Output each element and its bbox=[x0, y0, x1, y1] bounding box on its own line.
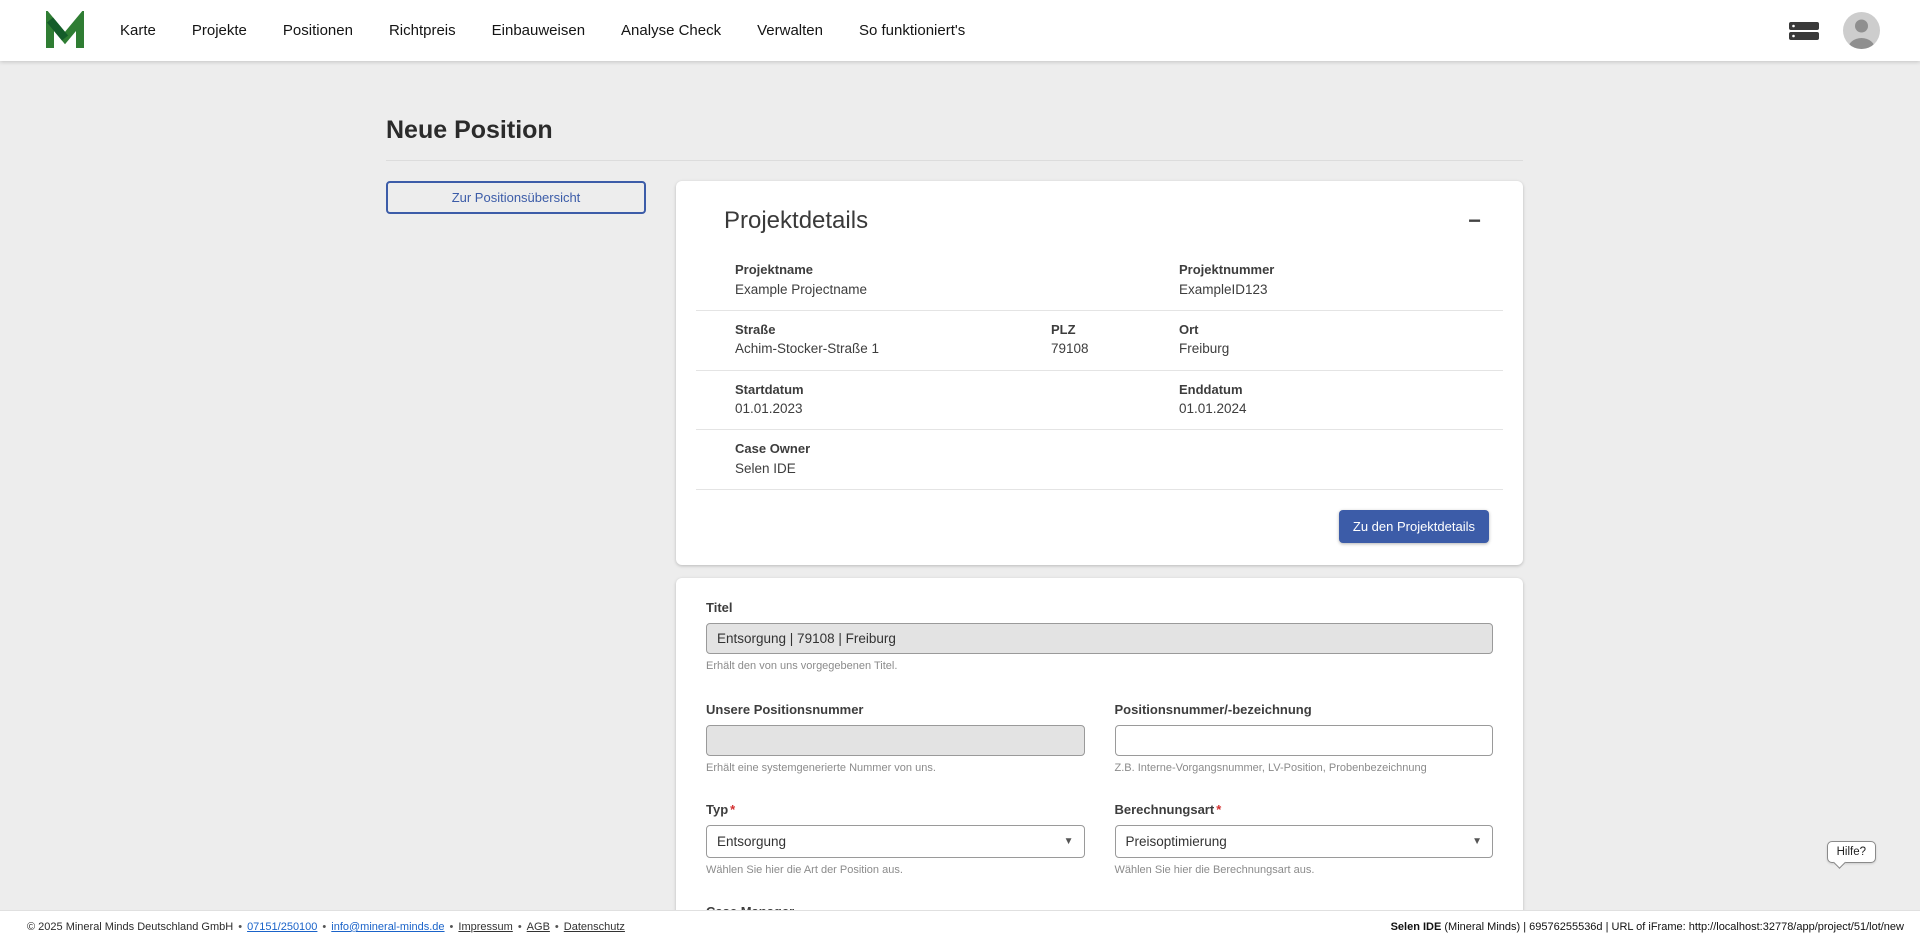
titel-label: Titel bbox=[706, 600, 1493, 615]
project-field-projektname: Projektname Example Projectname bbox=[735, 260, 1179, 300]
positionsnummer-input[interactable] bbox=[1115, 725, 1494, 756]
project-field-projektnummer: Projektnummer ExampleID123 bbox=[1179, 260, 1464, 300]
typ-select-value: Entsorgung bbox=[717, 834, 786, 849]
footer-datenschutz-link[interactable]: Datenschutz bbox=[564, 921, 625, 933]
positionsnummer-helper: Z.B. Interne-Vorgangsnummer, LV-Position… bbox=[1115, 762, 1494, 774]
project-fields: Projektname Example Projectname Projektn… bbox=[696, 251, 1503, 490]
app-logo[interactable] bbox=[44, 10, 88, 52]
footer-phone-link[interactable]: 07151/250100 bbox=[247, 921, 317, 933]
server-icon[interactable] bbox=[1789, 21, 1819, 41]
nav-item-projekte[interactable]: Projekte bbox=[192, 22, 247, 39]
unsere-positionsnummer-input bbox=[706, 725, 1085, 756]
logo-icon bbox=[44, 11, 86, 51]
footer-email-link[interactable]: info@mineral-minds.de bbox=[331, 921, 444, 933]
project-field-plz: PLZ 79108 bbox=[1051, 320, 1179, 360]
typ-select[interactable]: Entsorgung ▼ bbox=[706, 825, 1085, 858]
unsere-positionsnummer-field-group: Unsere Positionsnummer Erhält eine syste… bbox=[706, 702, 1085, 774]
footer-user: Selen IDE bbox=[1391, 921, 1442, 933]
chevron-down-icon: ▼ bbox=[1064, 836, 1074, 847]
footer-agb-link[interactable]: AGB bbox=[527, 921, 550, 933]
unsere-positionsnummer-label: Unsere Positionsnummer bbox=[706, 702, 1085, 717]
zur-positionsuebersicht-button[interactable]: Zur Positionsübersicht bbox=[386, 181, 646, 214]
berechnungsart-field-group: Berechnungsart* Preisoptimierung ▼ Wähle… bbox=[1115, 802, 1494, 876]
page-title: Neue Position bbox=[386, 116, 1523, 145]
berechnungsart-label: Berechnungsart* bbox=[1115, 802, 1494, 817]
unsere-positionsnummer-helper: Erhält eine systemgenerierte Nummer von … bbox=[706, 762, 1085, 774]
titel-helper: Erhält den von uns vorgegebenen Titel. bbox=[706, 660, 1493, 672]
berechnungsart-helper: Wählen Sie hier die Berechnungsart aus. bbox=[1115, 864, 1494, 876]
chevron-down-icon: ▼ bbox=[1472, 836, 1482, 847]
projektdetails-card: Projektdetails − Projektname Example Pro… bbox=[676, 181, 1523, 565]
footer: © 2025 Mineral Minds Deutschland GmbH • … bbox=[0, 910, 1920, 943]
nav-item-so-funktionierts[interactable]: So funktioniert's bbox=[859, 22, 965, 39]
left-column: Zur Positionsübersicht bbox=[386, 181, 646, 214]
main-nav: Karte Projekte Positionen Richtpreis Ein… bbox=[120, 22, 965, 39]
required-asterisk: * bbox=[730, 802, 735, 817]
title-divider bbox=[386, 160, 1523, 161]
footer-copyright: © 2025 Mineral Minds Deutschland GmbH bbox=[27, 921, 233, 933]
titel-field-group: Titel Erhält den von uns vorgegebenen Ti… bbox=[706, 600, 1493, 672]
required-asterisk: * bbox=[1216, 802, 1221, 817]
projektdetails-title: Projektdetails bbox=[724, 207, 868, 235]
project-row-4: Case Owner Selen IDE bbox=[696, 430, 1503, 490]
footer-session-rest: (Mineral Minds) | 69576255536d | URL of … bbox=[1441, 921, 1904, 933]
footer-left: © 2025 Mineral Minds Deutschland GmbH • … bbox=[27, 921, 625, 933]
berechnungsart-select[interactable]: Preisoptimierung ▼ bbox=[1115, 825, 1494, 858]
main-content: Neue Position Zur Positionsübersicht Pro… bbox=[0, 61, 1920, 910]
nav-item-karte[interactable]: Karte bbox=[120, 22, 156, 39]
top-nav: Karte Projekte Positionen Richtpreis Ein… bbox=[0, 0, 1920, 61]
person-icon bbox=[1843, 12, 1880, 49]
nav-item-richtpreis[interactable]: Richtpreis bbox=[389, 22, 456, 39]
nav-item-einbauweisen[interactable]: Einbauweisen bbox=[492, 22, 585, 39]
user-avatar[interactable] bbox=[1843, 12, 1880, 49]
zu-den-projektdetails-button[interactable]: Zu den Projektdetails bbox=[1339, 510, 1489, 543]
project-row-3: Startdatum 01.01.2023 Enddatum 01.01.202… bbox=[696, 371, 1503, 431]
positionsnummer-label: Positionsnummer/-bezeichnung bbox=[1115, 702, 1494, 717]
titel-input bbox=[706, 623, 1493, 654]
footer-session-info: Selen IDE (Mineral Minds) | 69576255536d… bbox=[1391, 921, 1904, 933]
project-field-enddatum: Enddatum 01.01.2024 bbox=[1179, 380, 1464, 420]
neue-position-form-card: Titel Erhält den von uns vorgegebenen Ti… bbox=[676, 578, 1523, 910]
typ-label: Typ* bbox=[706, 802, 1085, 817]
nav-item-analyse-check[interactable]: Analyse Check bbox=[621, 22, 721, 39]
project-field-case-owner: Case Owner Selen IDE bbox=[735, 439, 1464, 479]
project-field-strasse: Straße Achim-Stocker-Straße 1 bbox=[735, 320, 1051, 360]
typ-field-group: Typ* Entsorgung ▼ Wählen Sie hier die Ar… bbox=[706, 802, 1085, 876]
project-field-ort: Ort Freiburg bbox=[1179, 320, 1464, 360]
positionsnummer-field-group: Positionsnummer/-bezeichnung Z.B. Intern… bbox=[1115, 702, 1494, 774]
project-row-2: Straße Achim-Stocker-Straße 1 PLZ 79108 … bbox=[696, 311, 1503, 371]
typ-helper: Wählen Sie hier die Art der Position aus… bbox=[706, 864, 1085, 876]
collapse-card-button[interactable]: − bbox=[1462, 210, 1487, 232]
berechnungsart-select-value: Preisoptimierung bbox=[1126, 834, 1227, 849]
nav-right-actions bbox=[1789, 12, 1880, 49]
hilfe-button[interactable]: Hilfe? bbox=[1827, 841, 1876, 863]
nav-item-verwalten[interactable]: Verwalten bbox=[757, 22, 823, 39]
project-field-startdatum: Startdatum 01.01.2023 bbox=[735, 380, 1179, 420]
project-row-1: Projektname Example Projectname Projektn… bbox=[696, 251, 1503, 311]
footer-impressum-link[interactable]: Impressum bbox=[458, 921, 512, 933]
nav-item-positionen[interactable]: Positionen bbox=[283, 22, 353, 39]
